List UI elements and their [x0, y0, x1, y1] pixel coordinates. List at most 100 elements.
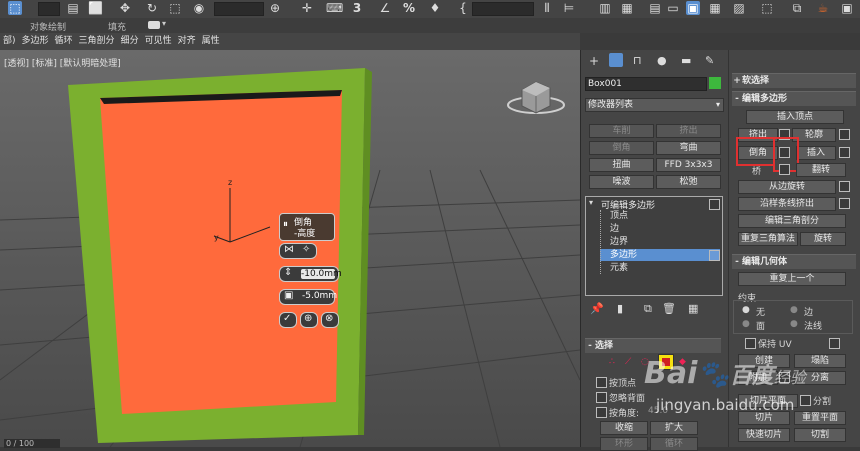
repeat-last-button[interactable]: 重复上一个 — [738, 272, 846, 286]
bridge-settings-button[interactable] — [779, 164, 790, 175]
rendered-frame-icon[interactable]: ▨ — [732, 1, 746, 15]
curve-editor-icon[interactable]: ▤ — [648, 1, 662, 15]
radio-face-icon[interactable]: ● — [742, 319, 750, 329]
caddy-handle-icon[interactable]: ⏸ — [283, 219, 288, 230]
make-unique-icon[interactable]: ⧉ — [644, 302, 652, 316]
stack-item-element[interactable]: 元素 — [600, 262, 720, 274]
chevron-down-icon[interactable]: ▾ — [162, 19, 166, 28]
extrude-along-spline-button[interactable]: 沿样条线挤出 — [738, 197, 836, 211]
by-vertex-checkbox[interactable] — [596, 377, 607, 388]
ignore-backfacing-checkbox[interactable] — [596, 392, 607, 403]
radio-none-icon[interactable]: ● — [742, 305, 750, 315]
insert-vertex-button[interactable]: 插入顶点 — [746, 110, 844, 124]
rotate-icon[interactable]: ↻ — [145, 1, 159, 15]
environment-icon[interactable]: ▣ — [840, 1, 854, 15]
edge-mode-icon[interactable]: ⟋ — [625, 357, 631, 367]
rect-selection-icon[interactable]: ⬜ — [88, 1, 103, 15]
bevel-caddy-title[interactable]: ⏸ 倒角 -高度 — [279, 213, 335, 241]
caddy-height-control[interactable]: ⇕ -10.0mm — [279, 266, 342, 282]
ffd-modifier-button[interactable]: FFD 3x3x3 — [656, 158, 721, 172]
modifier-list-dropdown[interactable]: 修改器列表 ▾ — [585, 98, 724, 112]
pin-stack-icon[interactable]: 📌 — [590, 302, 604, 315]
select-by-name-icon[interactable]: ▤ — [66, 1, 80, 15]
spinner-snap-icon[interactable]: ♦ — [428, 1, 442, 15]
ribbon-tab-subobject[interactable]: 部) — [0, 33, 19, 50]
relax-modifier-button[interactable]: 松弛 — [656, 175, 721, 189]
named-selection-field[interactable] — [472, 2, 534, 16]
snap-3d-icon[interactable]: 3 — [350, 1, 364, 15]
ribbon-tab-align[interactable]: 对齐 — [175, 33, 199, 50]
hinge-from-edge-button[interactable]: 从边旋转 — [738, 180, 836, 194]
scale-icon[interactable]: ⬚ — [168, 1, 182, 15]
retriangulate-button[interactable]: 重复三角算法 — [738, 232, 798, 246]
keyboard-shortcut-icon[interactable]: ⌨ — [326, 1, 343, 15]
modify-tab-icon[interactable] — [609, 53, 623, 67]
render-teapot-icon[interactable]: ☕ — [816, 1, 830, 15]
bridge-label[interactable]: 桥 — [752, 164, 761, 177]
display-tab-icon[interactable]: ▬ — [681, 54, 691, 67]
ribbon-tab-polygon[interactable]: 多边形 — [19, 33, 52, 50]
align-icon[interactable]: ⊨ — [562, 1, 576, 15]
ribbon-tab-tris[interactable]: 三角剖分 — [76, 33, 118, 50]
split-checkbox[interactable] — [800, 395, 811, 406]
extrude-modifier-button[interactable]: 挤出 — [656, 124, 721, 138]
utilities-tab-icon[interactable]: ✎ — [705, 54, 714, 67]
ribbon-tab-loop[interactable]: 循环 — [52, 33, 76, 50]
soft-selection-header[interactable]: +软选择 — [732, 73, 856, 88]
populate-icon[interactable] — [148, 21, 160, 29]
flip-button[interactable]: 翻转 — [796, 163, 846, 177]
preserve-uv-settings-button[interactable] — [829, 338, 840, 349]
inset-settings-button[interactable] — [839, 147, 850, 158]
extrude-spline-settings-button[interactable] — [839, 198, 850, 209]
hinge-settings-button[interactable] — [839, 181, 850, 192]
outline-spinner-icon[interactable]: ▣ — [284, 290, 293, 301]
selection-rollout-header[interactable]: - 选择 — [585, 338, 721, 353]
show-end-result-icon[interactable]: ▮ — [617, 302, 623, 315]
angle-snap-icon[interactable]: ∠ — [378, 1, 392, 15]
bevel-modifier-button[interactable]: 倒角 — [589, 141, 654, 155]
caddy-cancel-button[interactable]: ⊗ — [321, 312, 339, 328]
inset-button[interactable]: 插入 — [796, 146, 836, 160]
material-editor-icon[interactable]: ▣ — [686, 1, 700, 15]
polygon-highlight-toggle[interactable] — [709, 250, 720, 261]
motion-tab-icon[interactable]: ● — [657, 54, 667, 67]
object-name-field[interactable]: Box001 — [585, 77, 707, 91]
schematic-view-icon[interactable]: ▭ — [666, 1, 680, 15]
pivot-icon[interactable]: ⊕ — [268, 1, 282, 15]
render-iterative-icon[interactable]: ⧉ — [790, 1, 804, 15]
radio-normal-icon[interactable]: ● — [790, 319, 798, 329]
outline-settings-button[interactable] — [839, 129, 850, 140]
named-selection-icon[interactable]: { — [456, 1, 470, 15]
stack-item-vertex[interactable]: 顶点 — [600, 210, 720, 222]
render-production-icon[interactable]: ⬚ — [760, 1, 774, 15]
lathe-button[interactable]: 车削 — [589, 124, 654, 138]
remove-modifier-icon[interactable]: 🗑 — [662, 302, 676, 315]
outline-value-field[interactable]: -5.0mm — [302, 291, 337, 301]
configure-modifier-sets-icon[interactable]: ▦ — [688, 302, 698, 315]
quickslice-button[interactable]: 快速切片 — [738, 428, 790, 442]
ribbon-tab-visibility[interactable]: 可见性 — [142, 33, 175, 50]
reference-coordinate-select[interactable] — [214, 2, 264, 16]
create-tab-icon[interactable]: + — [589, 54, 599, 68]
edit-polygons-header[interactable]: - 编辑多边形 — [732, 91, 856, 106]
caddy-outline-control[interactable]: ▣ -5.0mm — [279, 289, 337, 305]
mirror-icon[interactable]: ⫴ — [540, 1, 554, 15]
turn-button[interactable]: 旋转 — [800, 232, 846, 246]
caddy-ok-button[interactable]: ✓ — [279, 312, 297, 328]
layer-explorer-icon[interactable]: ▦ — [620, 1, 634, 15]
stack-item-edge[interactable]: 边 — [600, 223, 720, 235]
stack-root-toggle[interactable] — [709, 199, 720, 210]
twist-modifier-button[interactable]: 扭曲 — [589, 158, 654, 172]
viewport-label[interactable]: [透视] [标准] [默认明暗处理] — [4, 56, 121, 69]
edit-triangulation-button[interactable]: 编辑三角剖分 — [738, 214, 846, 228]
height-spinner-icon[interactable]: ⇕ — [284, 267, 292, 278]
ribbon-tab-properties[interactable]: 属性 — [199, 33, 223, 50]
render-setup-icon[interactable]: ▦ — [708, 1, 722, 15]
cut-button[interactable]: 切割 — [794, 428, 846, 442]
move-icon[interactable]: ✥ — [118, 1, 132, 15]
grow-button[interactable]: 扩大 — [650, 421, 698, 435]
preserve-uv-checkbox[interactable] — [745, 338, 756, 349]
percent-snap-icon[interactable]: % — [402, 1, 416, 15]
edit-geometry-header[interactable]: - 编辑几何体 — [732, 254, 856, 269]
radio-edge-icon[interactable]: ● — [790, 305, 798, 315]
